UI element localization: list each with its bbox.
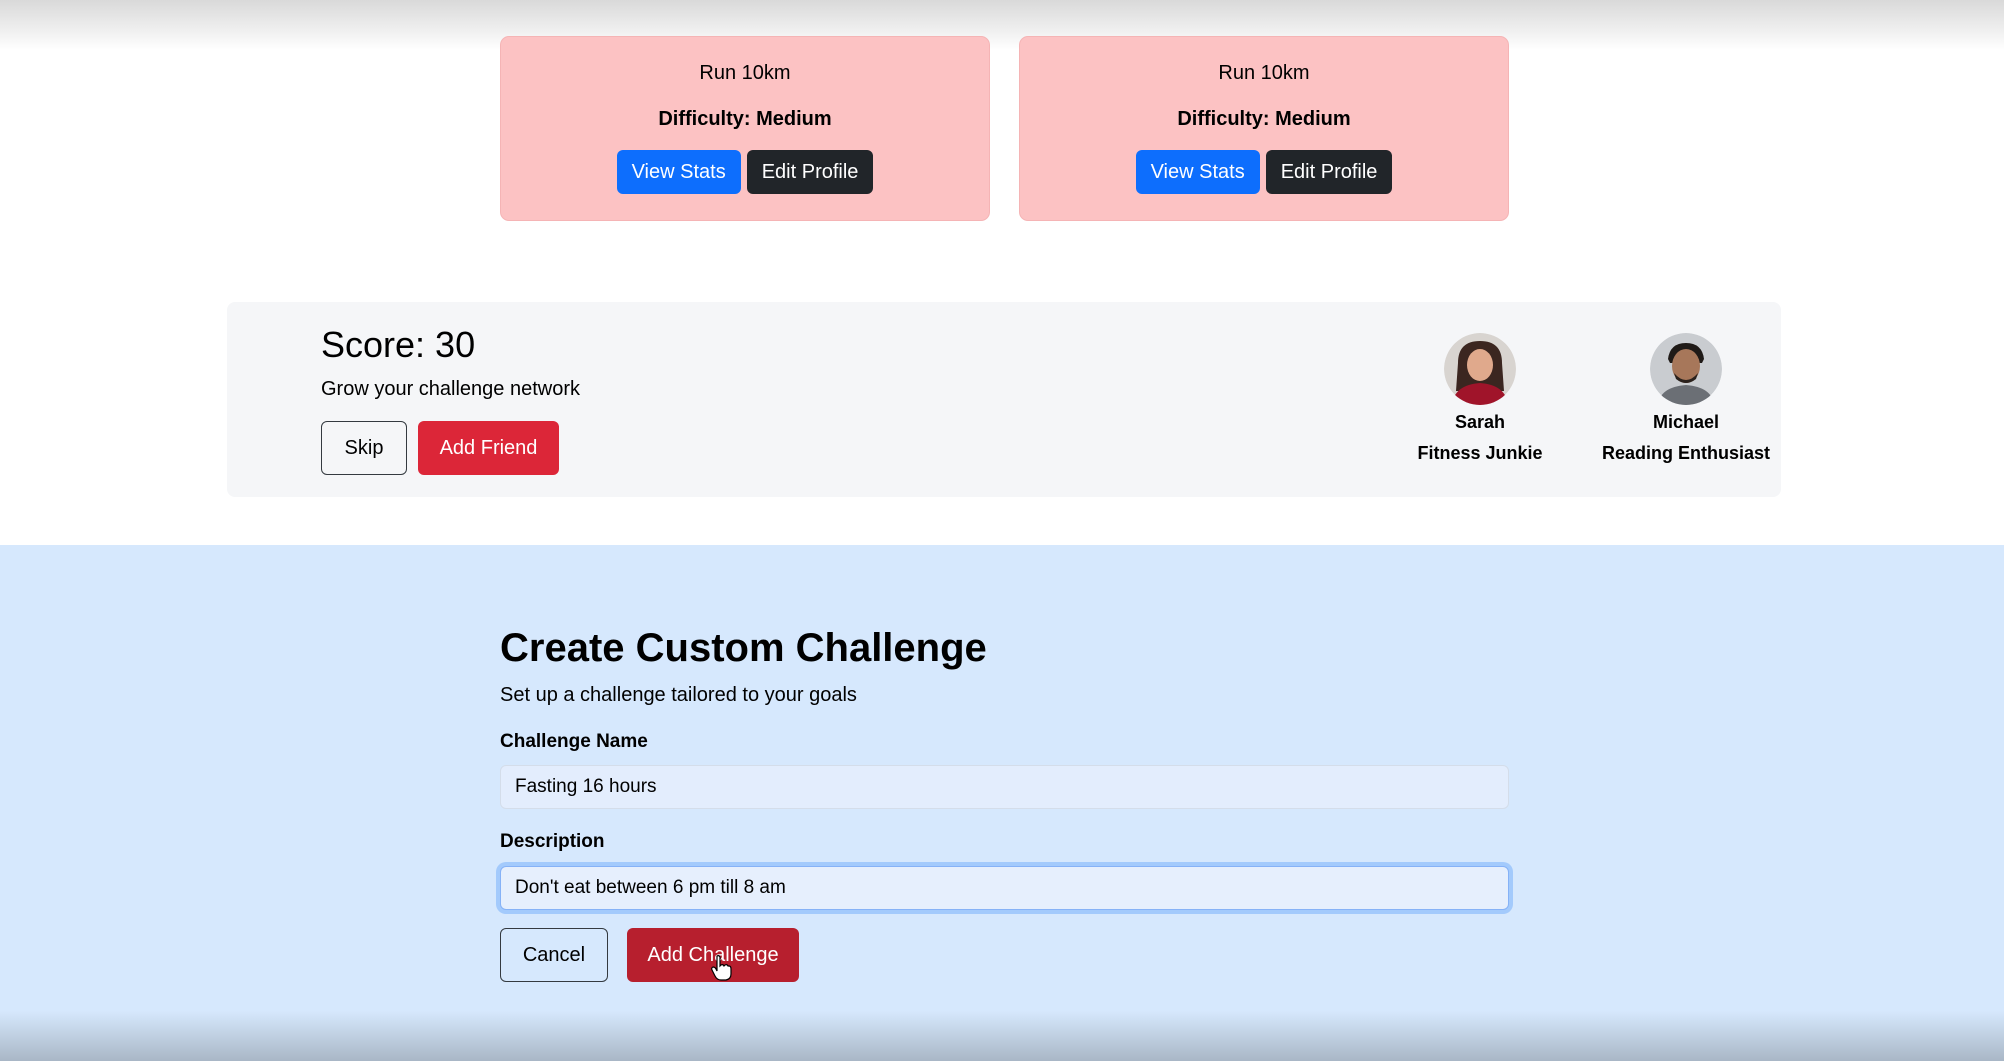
friend-name: Michael — [1652, 412, 1720, 432]
challenge-name-label: Challenge Name — [500, 731, 648, 752]
avatar — [1444, 333, 1516, 405]
friend-suggestion[interactable]: Michael Reading Enthusiast — [1601, 333, 1771, 464]
cancel-button[interactable]: Cancel — [500, 928, 608, 982]
card-title: Run 10km — [699, 62, 791, 84]
section-title: Create Custom Challenge — [500, 626, 987, 670]
description-label: Description — [500, 831, 605, 852]
card-difficulty: Difficulty: Medium — [1177, 108, 1351, 130]
friend-name: Sarah — [1454, 412, 1506, 432]
avatar — [1650, 333, 1722, 405]
score-value: Score: 30 — [321, 324, 476, 365]
challenge-card: Run 10km Difficulty: Medium View Stats E… — [500, 36, 990, 221]
edit-profile-button[interactable]: Edit Profile — [746, 150, 874, 194]
view-stats-button[interactable]: View Stats — [1135, 150, 1260, 194]
top-fade — [0, 0, 2004, 50]
friend-role: Fitness Junkie — [1417, 443, 1543, 463]
edit-profile-button[interactable]: Edit Profile — [1265, 150, 1393, 194]
score-panel: Score: 30 Grow your challenge network Sk… — [227, 302, 1781, 497]
description-input[interactable] — [500, 866, 1509, 910]
add-friend-button[interactable]: Add Friend — [418, 421, 559, 475]
score-subtitle: Grow your challenge network — [321, 378, 581, 400]
view-stats-button[interactable]: View Stats — [616, 150, 741, 194]
bottom-fade — [0, 1011, 2004, 1061]
hand-cursor-icon — [711, 955, 733, 986]
section-subtitle: Set up a challenge tailored to your goal… — [500, 684, 857, 706]
create-challenge-section: Create Custom Challenge Set up a challen… — [0, 545, 2004, 1061]
friend-role: Reading Enthusiast — [1601, 443, 1771, 463]
card-title: Run 10km — [1218, 62, 1310, 84]
challenge-name-input[interactable] — [500, 765, 1509, 809]
skip-button[interactable]: Skip — [321, 421, 407, 475]
friend-suggestion[interactable]: Sarah Fitness Junkie — [1412, 333, 1548, 464]
challenge-card: Run 10km Difficulty: Medium View Stats E… — [1019, 36, 1509, 221]
card-difficulty: Difficulty: Medium — [658, 108, 832, 130]
